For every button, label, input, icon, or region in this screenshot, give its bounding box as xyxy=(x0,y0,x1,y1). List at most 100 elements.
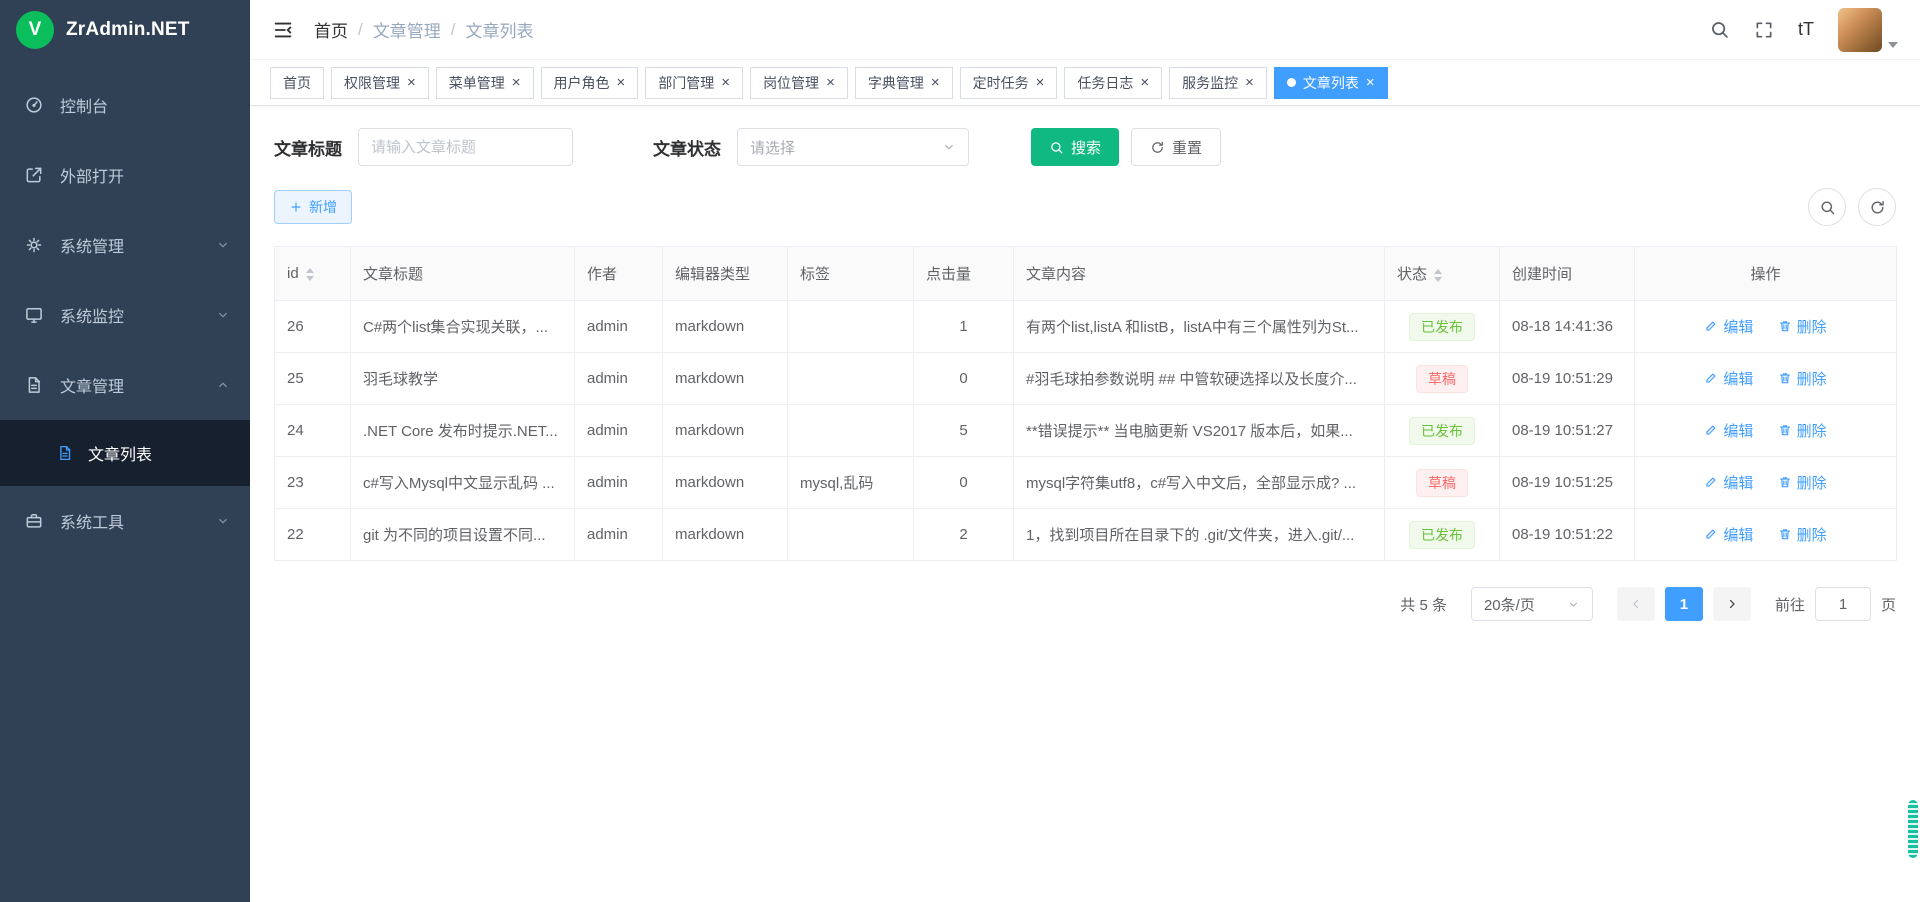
arrow-left-icon xyxy=(1629,597,1643,611)
gear-icon xyxy=(24,235,44,255)
refresh-table-button[interactable] xyxy=(1858,188,1896,226)
tab-post-mgmt[interactable]: 岗位管理× xyxy=(750,67,848,99)
edit-link[interactable]: 编辑 xyxy=(1704,472,1753,493)
cell-tag xyxy=(788,301,914,353)
edit-link[interactable]: 编辑 xyxy=(1704,420,1753,441)
sidebar-item-system-tools[interactable]: 系统工具 xyxy=(0,486,250,556)
sidebar-item-system-monitor[interactable]: 系统监控 xyxy=(0,280,250,350)
sidebar-item-label: 文章管理 xyxy=(60,373,124,397)
scrollbar-thumb[interactable] xyxy=(1908,800,1918,858)
close-icon[interactable]: × xyxy=(1366,75,1375,90)
tab-home[interactable]: 首页 xyxy=(270,67,324,99)
status-badge: 草稿 xyxy=(1416,365,1468,393)
breadcrumb-article-mgmt[interactable]: 文章管理 xyxy=(373,17,441,42)
goto-page-input[interactable] xyxy=(1815,587,1871,621)
cell-author: admin xyxy=(575,457,663,509)
search-icon[interactable] xyxy=(1709,19,1730,40)
tab-label: 用户角色 xyxy=(554,73,610,93)
edit-icon xyxy=(1704,423,1718,437)
tab-label: 字典管理 xyxy=(868,73,924,93)
col-header-id[interactable]: id xyxy=(275,247,351,301)
fullscreen-icon[interactable] xyxy=(1754,20,1774,40)
edit-icon xyxy=(1704,371,1718,385)
active-tab-dot xyxy=(1287,78,1296,87)
document-icon xyxy=(56,444,74,462)
next-page-button[interactable] xyxy=(1713,587,1751,621)
delete-link[interactable]: 删除 xyxy=(1778,420,1827,441)
tab-service-monitor[interactable]: 服务监控× xyxy=(1169,67,1267,99)
col-header-actions: 操作 xyxy=(1635,247,1897,301)
sidebar-item-article-list[interactable]: 文章列表 xyxy=(0,420,250,486)
col-header-editor-type: 编辑器类型 xyxy=(663,247,788,301)
reset-button-label: 重置 xyxy=(1172,137,1202,158)
close-icon[interactable]: × xyxy=(931,75,940,90)
article-status-label: 文章状态 xyxy=(653,135,721,160)
sidebar-item-article-mgmt[interactable]: 文章管理 xyxy=(0,350,250,420)
cell-status: 草稿 xyxy=(1385,457,1500,509)
breadcrumb-separator: / xyxy=(451,20,456,40)
select-placeholder: 请选择 xyxy=(750,137,795,158)
delete-link[interactable]: 删除 xyxy=(1778,472,1827,493)
page-size-value: 20条/页 xyxy=(1484,594,1535,615)
tab-menu-mgmt[interactable]: 菜单管理 × xyxy=(436,67,534,99)
close-icon[interactable]: × xyxy=(1245,75,1254,90)
breadcrumb-home[interactable]: 首页 xyxy=(314,17,348,42)
search-button[interactable]: 搜索 xyxy=(1031,128,1119,166)
arrow-right-icon xyxy=(1725,597,1739,611)
tab-permission-mgmt[interactable]: 权限管理× xyxy=(331,67,429,99)
article-title-input[interactable] xyxy=(358,128,573,166)
toolbox-icon xyxy=(24,511,44,531)
page-size-select[interactable]: 20条/页 xyxy=(1471,587,1593,621)
delete-link[interactable]: 删除 xyxy=(1778,524,1827,545)
tab-cron-job[interactable]: 定时任务× xyxy=(960,67,1058,99)
delete-icon xyxy=(1778,371,1792,385)
col-header-created: 创建时间 xyxy=(1500,247,1635,301)
tab-user-role[interactable]: 用户角色 × xyxy=(541,67,639,99)
close-icon[interactable]: × xyxy=(617,75,626,90)
close-icon[interactable]: × xyxy=(407,75,416,90)
delete-link[interactable]: 删除 xyxy=(1778,368,1827,389)
close-icon[interactable]: × xyxy=(512,75,521,90)
close-icon[interactable]: × xyxy=(1036,75,1045,90)
breadcrumb-article-list[interactable]: 文章列表 xyxy=(465,17,533,42)
tab-dept-mgmt[interactable]: 部门管理× xyxy=(645,67,743,99)
table-tools xyxy=(1808,188,1896,226)
cell-clicks: 5 xyxy=(914,405,1014,457)
cell-id: 26 xyxy=(275,301,351,353)
add-button[interactable]: 新增 xyxy=(274,190,352,224)
toggle-search-button[interactable] xyxy=(1808,188,1846,226)
tab-label: 菜单管理 xyxy=(449,73,505,93)
sidebar-item-system-mgmt[interactable]: 系统管理 xyxy=(0,210,250,280)
edit-link[interactable]: 编辑 xyxy=(1704,316,1753,337)
sidebar-item-external-open[interactable]: 外部打开 xyxy=(0,140,250,210)
font-size-icon[interactable]: tT xyxy=(1798,19,1814,40)
prev-page-button[interactable] xyxy=(1617,587,1655,621)
reset-button[interactable]: 重置 xyxy=(1131,128,1221,166)
sidebar-item-dashboard[interactable]: 控制台 xyxy=(0,70,250,140)
sort-carets-icon[interactable] xyxy=(306,268,314,281)
col-header-status[interactable]: 状态 xyxy=(1385,247,1500,301)
close-icon[interactable]: × xyxy=(1140,75,1149,90)
tab-job-log[interactable]: 任务日志× xyxy=(1064,67,1162,99)
user-menu[interactable] xyxy=(1838,8,1898,52)
chevron-down-icon xyxy=(1567,598,1580,611)
close-icon[interactable]: × xyxy=(721,75,730,90)
sidebar-fold-icon[interactable] xyxy=(272,19,294,41)
chevron-up-icon xyxy=(216,378,230,392)
tab-dict-mgmt[interactable]: 字典管理 × xyxy=(855,67,953,99)
chevron-down-icon xyxy=(216,308,230,322)
edit-link[interactable]: 编辑 xyxy=(1704,524,1753,545)
delete-link[interactable]: 删除 xyxy=(1778,316,1827,337)
article-status-select[interactable]: 请选择 xyxy=(737,128,969,166)
status-badge: 已发布 xyxy=(1409,417,1475,445)
tab-label: 首页 xyxy=(283,73,311,93)
tab-article-list[interactable]: 文章列表 × xyxy=(1274,67,1388,99)
tab-label: 文章列表 xyxy=(1303,73,1359,93)
edit-link[interactable]: 编辑 xyxy=(1704,368,1753,389)
cell-actions: 编辑 删除 xyxy=(1635,353,1897,405)
sidebar-item-label: 系统管理 xyxy=(60,233,124,257)
page-number-button[interactable]: 1 xyxy=(1665,587,1703,621)
close-icon[interactable]: × xyxy=(826,75,835,90)
sort-carets-icon[interactable] xyxy=(1434,269,1442,282)
avatar[interactable] xyxy=(1838,8,1882,52)
